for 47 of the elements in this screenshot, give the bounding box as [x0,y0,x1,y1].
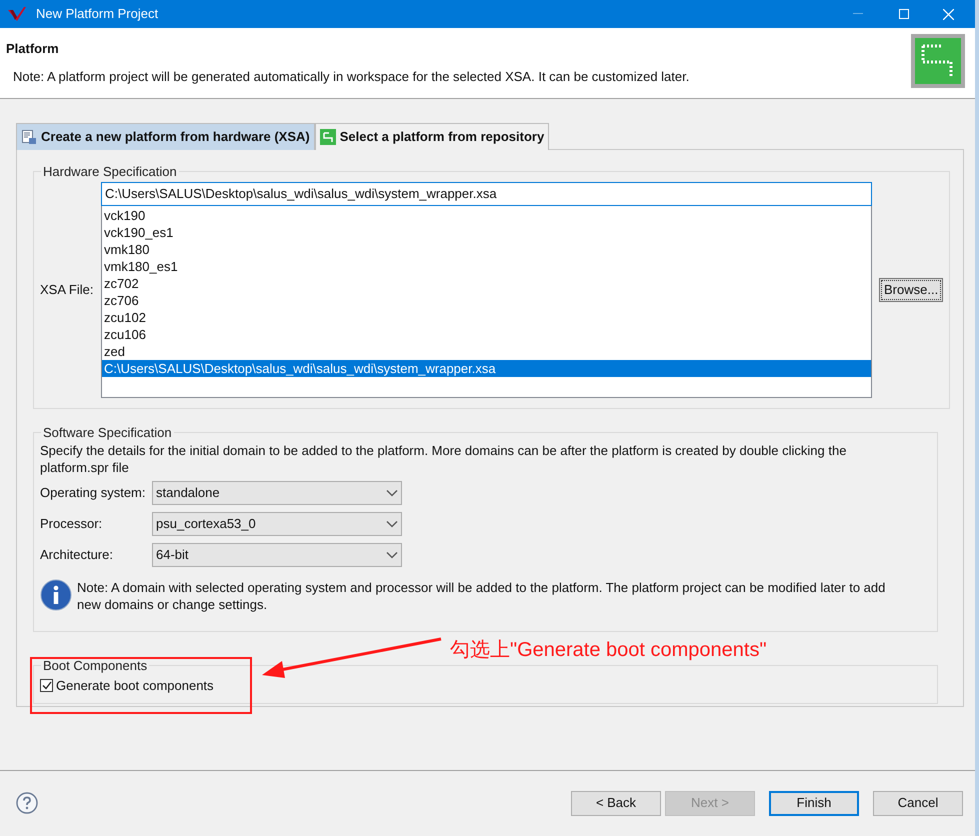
help-icon[interactable] [16,792,38,814]
xsa-combo-field[interactable]: C:\Users\SALUS\Desktop\salus_wdi\salus_wdi\system_wrapper.xsa [101,182,872,206]
hardware-file-icon [21,129,37,145]
group-title: Hardware Specification [42,163,178,181]
dropdown-option[interactable]: zcu102 [102,308,871,326]
dropdown-option[interactable]: zc702 [102,274,871,292]
dropdown-option[interactable]: vck190 [102,206,871,224]
dropdown-option[interactable]: zcu106 [102,326,871,342]
group-title: Software Specification [42,424,173,442]
window-title: New Platform Project [36,5,158,24]
dropdown-field[interactable]: psu_cortexa53_0 [152,512,402,536]
platform-icon [911,34,965,88]
platform-icon [320,129,336,145]
app-logo-icon [8,7,26,21]
maximize-icon[interactable] [899,9,909,19]
dropdown-option[interactable]: vck190_es1 [102,224,871,240]
field-label: Architecture: [40,546,114,564]
tab[interactable]: Select a platform from repository [314,123,550,150]
dialog-button[interactable]: Finish [769,790,859,816]
field-label: Processor: [40,515,104,534]
field-label: Operating system: [40,484,146,502]
dropdown-option[interactable]: zc706 [102,292,871,308]
chevron-down-icon [386,551,398,559]
group-title: Boot Components [42,657,148,675]
checkmark-icon [42,680,52,690]
description-text: Specify the details for the initial domain to be added to the platform. More domains can be after the platform is created by double clicking the platform.spr file [40,442,848,476]
chevron-down-icon [386,489,398,497]
info-icon [40,579,72,611]
dropdown-option[interactable]: C:\Users\SALUS\Desktop\salus_wdi\salus_wdi\system_wrapper.xsa [102,360,871,376]
dropdown-option[interactable]: zed [102,342,871,360]
dropdown-field[interactable]: standalone [152,481,402,505]
browse-button[interactable]: Browse... [879,278,944,302]
checkbox-option[interactable]: Generate boot components [40,676,214,695]
info-note: Note: A domain with selected operating system and processor will be added to the platform. The platform project can be modified later to add new domains or change settings. [77,579,886,613]
chevron-down-icon [386,520,398,528]
field-label: XSA File: [40,280,94,299]
page-title: Platform [6,40,60,58]
close-icon[interactable] [943,8,954,20]
page-note: Note: A platform project will be generated automatically in workspace for the selected XSA. It can be customized later. [13,68,690,86]
dropdown-option[interactable]: vmk180 [102,240,871,258]
dropdown-field[interactable]: 64-bit [152,543,402,567]
dropdown-option[interactable]: vmk180_es1 [102,258,871,274]
tab[interactable]: Create a new platform from hardware (XSA) [16,123,315,150]
annotation-text: 勾选上"Generate boot components" [450,638,767,663]
checkbox[interactable] [40,678,53,692]
dialog-button[interactable]: < Back [571,790,661,816]
dialog-button[interactable]: Cancel [873,790,963,816]
